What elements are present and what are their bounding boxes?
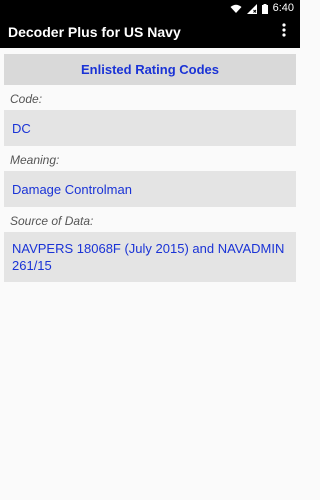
app-bar: Decoder Plus for US Navy	[0, 17, 300, 48]
section-header-text: Enlisted Rating Codes	[81, 62, 219, 77]
meaning-value-box: Damage Controlman	[4, 171, 296, 207]
meaning-value: Damage Controlman	[12, 181, 132, 197]
overflow-menu-button[interactable]	[272, 20, 296, 45]
content: Enlisted Rating Codes Code: DC Meaning: …	[4, 54, 296, 282]
code-label: Code:	[10, 92, 43, 106]
source-label: Source of Data:	[10, 214, 94, 228]
meaning-label: Meaning:	[10, 153, 60, 167]
signal-icon	[246, 3, 257, 14]
code-value-box: DC	[4, 110, 296, 146]
status-bar: 6:40	[0, 0, 300, 17]
app-title: Decoder Plus for US Navy	[8, 24, 181, 40]
status-icons: 6:40	[230, 0, 294, 17]
status-time: 6:40	[272, 2, 294, 14]
source-value: NAVPERS 18068F (July 2015) and NAVADMIN …	[12, 241, 285, 273]
wifi-icon	[230, 4, 242, 14]
section-header: Enlisted Rating Codes	[4, 54, 296, 85]
more-vert-icon	[282, 23, 286, 42]
source-value-box: NAVPERS 18068F (July 2015) and NAVADMIN …	[4, 232, 296, 282]
battery-icon	[261, 3, 268, 14]
code-value: DC	[12, 120, 31, 136]
